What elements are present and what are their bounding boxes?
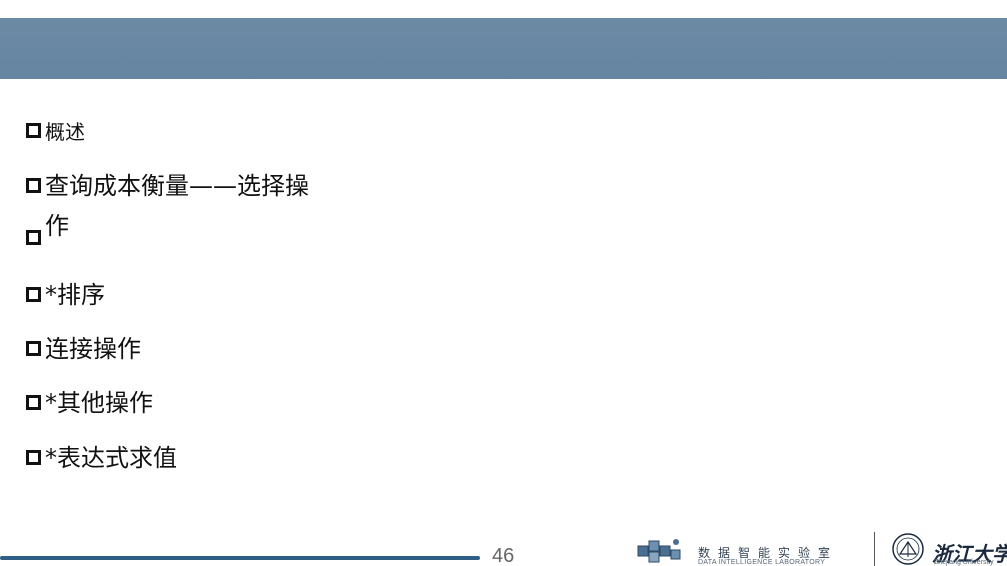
bullet-label: *其他操作: [45, 389, 153, 417]
bullet-item-overview: 概述: [26, 120, 85, 144]
bullet-item-join: 连接操作: [26, 335, 141, 363]
square-bullet-icon: [26, 395, 41, 410]
footer-divider: [874, 532, 875, 566]
square-bullet-icon: [26, 341, 41, 356]
bullet-label: 查询成本衡量——选择操: [45, 172, 309, 200]
bullet-label: 概述: [45, 120, 85, 144]
square-bullet-icon: [26, 178, 41, 193]
bullet-item-sort: *排序: [26, 281, 105, 309]
bullet-label: 作: [45, 212, 69, 240]
bullet-item-expression-eval: *表达式求值: [26, 444, 177, 472]
bullet-item-other-ops: *其他操作: [26, 389, 153, 417]
bullet-label: *表达式求值: [45, 444, 177, 472]
bullet-label: *排序: [45, 281, 105, 309]
university-seal-icon: [892, 533, 924, 565]
bullet-label: 连接操作: [45, 335, 141, 363]
square-bullet-icon: [26, 230, 41, 245]
data-lab-logo-icon: [637, 539, 681, 563]
bullet-item-cost-selection-cont: 作: [26, 212, 69, 245]
page-number: 46: [492, 545, 515, 566]
bullet-item-cost-selection: 查询成本衡量——选择操: [26, 172, 309, 200]
university-name-en: Zhejiang University: [934, 559, 994, 566]
lab-name-en: DATA INTELLIGENCE LABORATORY: [698, 559, 826, 566]
header-bar: [0, 18, 1007, 79]
square-bullet-icon: [26, 450, 41, 465]
square-bullet-icon: [26, 123, 41, 138]
footer-line: [0, 556, 480, 560]
square-bullet-icon: [26, 287, 41, 302]
